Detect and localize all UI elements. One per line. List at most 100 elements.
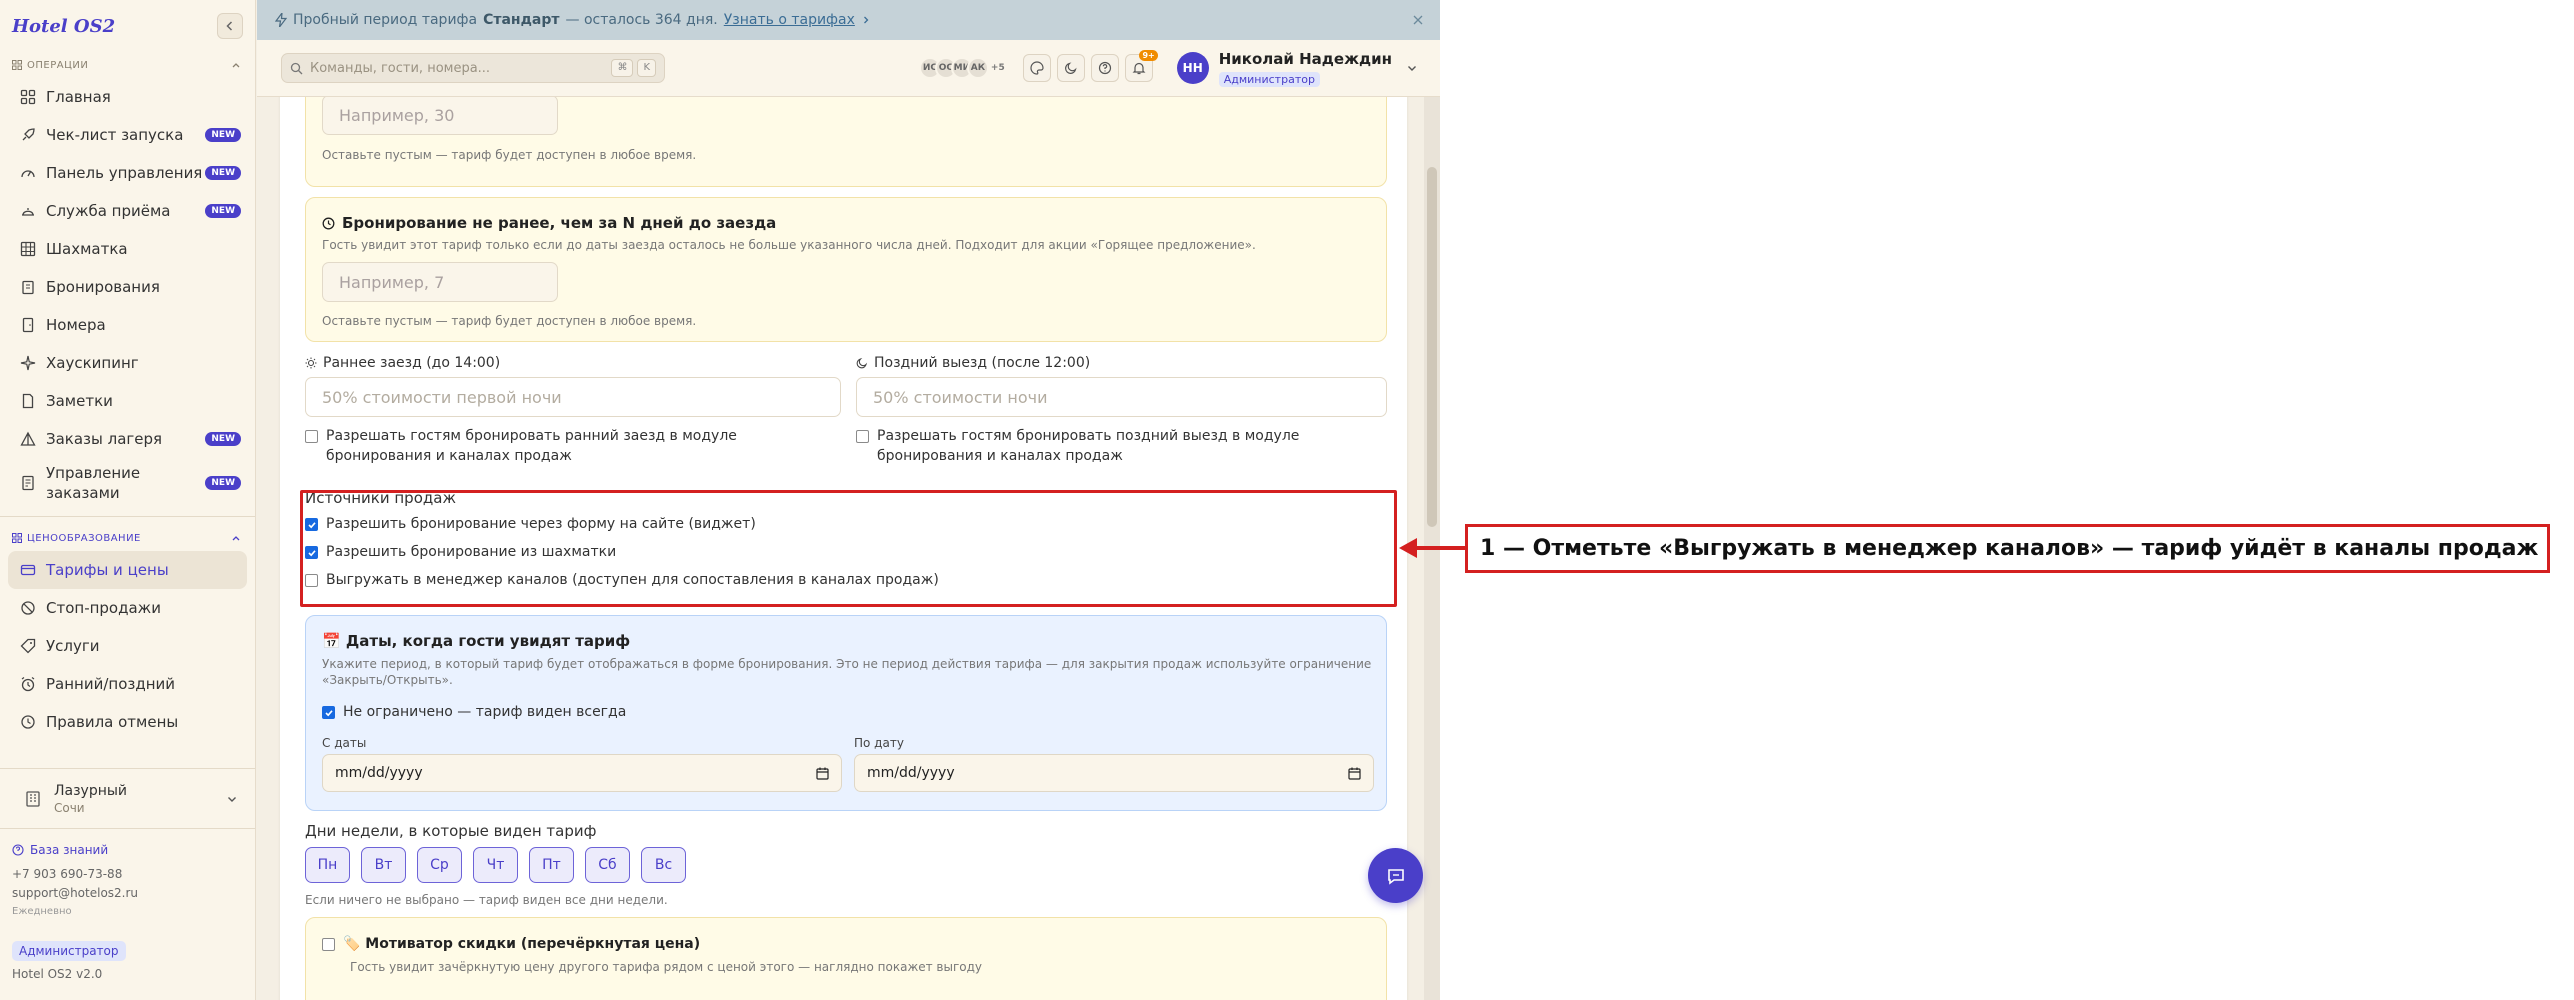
sidebar-item-order-management[interactable]: Управление заказами NEW (0, 458, 255, 508)
sidebar-item-label: Правила отмены (46, 713, 179, 731)
user-menu[interactable]: НН Николай Надеждин Администратор (1176, 50, 1418, 87)
min-advance-title-text: Бронирование не ранее, чем за N дней до … (342, 214, 777, 232)
late-checkout-input[interactable]: 50% стоимости ночи (856, 377, 1387, 417)
check-icon (324, 709, 333, 716)
discount-motivator-box: 🏷️ Мотиватор скидки (перечёркнутая цена)… (305, 917, 1387, 1000)
early-checkin-checkbox-label: Разрешать гостям бронировать ранний заез… (326, 428, 737, 464)
chevron-down-icon (1408, 66, 1416, 71)
weekday-wed[interactable]: Ср (417, 847, 462, 883)
sidebar-item-rates[interactable]: Тарифы и цены (8, 551, 247, 589)
sidebar-item-control-panel[interactable]: Панель управления NEW (0, 154, 255, 192)
sidebar: Hotel OS2 ОПЕРАЦИИ Главная Чек-лист запу… (0, 0, 256, 1000)
unlimited-visibility-option[interactable]: Не ограничено — тариф виден всегда (322, 702, 626, 722)
discount-motivator-checkbox[interactable] (322, 938, 335, 951)
weekday-buttons: Пн Вт Ср Чт Пт Сб Вс (305, 847, 705, 883)
unlimited-visibility-checkbox[interactable] (322, 706, 335, 719)
sidebar-item-label: Тарифы и цены (46, 561, 169, 579)
weekdays-title: Дни недели, в которые виден тариф (305, 822, 597, 840)
section-header-operations[interactable]: ОПЕРАЦИИ (0, 52, 255, 78)
discount-motivator-option[interactable]: 🏷️ Мотиватор скидки (перечёркнутая цена) (322, 934, 700, 954)
chevron-right-icon (863, 16, 869, 24)
online-users[interactable]: ИС ОС МИ АК +5 (918, 57, 1005, 79)
sidebar-item-label: Заметки (46, 392, 113, 410)
sidebar-item-launch-checklist[interactable]: Чек-лист запуска NEW (0, 116, 255, 154)
clock-icon (322, 217, 335, 229)
sparkles-icon (20, 355, 36, 371)
sidebar-item-chessboard[interactable]: Шахматка (0, 230, 255, 268)
visibility-dates-box: 📅 Даты, когда гости увидят тариф Укажите… (305, 615, 1387, 811)
calendar-icon (816, 767, 829, 780)
sidebar-collapse-button[interactable] (217, 13, 243, 39)
notification-count: 9+ (1139, 50, 1158, 61)
command-search[interactable]: Команды, гости, номера... ⌘ K (281, 53, 665, 83)
weekday-thu[interactable]: Чт (473, 847, 518, 883)
sidebar-item-label: Чек-лист запуска (46, 126, 184, 144)
sidebar-item-stop-sales[interactable]: Стоп-продажи (0, 589, 255, 627)
max-days-input[interactable]: Например, 30 (322, 97, 558, 135)
early-checkin-option[interactable]: Разрешать гостям бронировать ранний заез… (305, 426, 845, 466)
sidebar-item-home[interactable]: Главная (0, 78, 255, 116)
min-days-input[interactable]: Например, 7 (322, 262, 558, 302)
sidebar-item-housekeeping[interactable]: Хаускипинг (0, 344, 255, 382)
late-checkout-checkbox[interactable] (856, 430, 869, 443)
weekday-tue[interactable]: Вт (361, 847, 406, 883)
hotel-selector[interactable]: Лазурный Сочи (0, 768, 255, 828)
notifications-button[interactable]: 9+ (1124, 50, 1158, 82)
sidebar-item-label: Стоп-продажи (46, 599, 161, 617)
search-icon (290, 62, 303, 74)
early-checkin-checkbox[interactable] (305, 430, 318, 443)
weekday-fri[interactable]: Пт (529, 847, 574, 883)
annotation-arrow (1399, 538, 1465, 558)
sidebar-header: Hotel OS2 (0, 0, 255, 52)
plans-link[interactable]: Узнать о тарифах (724, 12, 855, 28)
section-header-pricing[interactable]: ЦЕНООБРАЗОВАНИЕ (0, 525, 255, 551)
rocket-icon (22, 128, 35, 141)
sidebar-item-notes[interactable]: Заметки (0, 382, 255, 420)
chat-button[interactable] (1368, 848, 1423, 903)
palette-icon (1030, 61, 1044, 75)
weekday-sun[interactable]: Вс (641, 847, 686, 883)
close-icon[interactable] (1412, 14, 1424, 26)
scrollbar-thumb[interactable] (1427, 167, 1437, 527)
help-button[interactable] (1090, 54, 1119, 82)
sidebar-item-camp-orders[interactable]: Заказы лагеря NEW (0, 420, 255, 458)
annotation-callout: 1 — Отметьте «Выгружать в менеджер канал… (1465, 524, 2550, 573)
receipt-icon (22, 475, 34, 491)
date-to-input[interactable]: mm/dd/yyyy (854, 754, 1374, 792)
lightning-icon (275, 13, 287, 27)
more-users-count: +5 (990, 63, 1005, 73)
sidebar-item-label: Главная (46, 88, 111, 106)
hotel-city: Сочи (54, 800, 85, 815)
visibility-dates-title: 📅 Даты, когда гости увидят тариф (322, 632, 631, 650)
sidebar-item-early-late[interactable]: Ранний/поздний (0, 665, 255, 703)
grid-icon (12, 533, 22, 543)
shortcut-key-k: K (637, 59, 656, 77)
bell-service-icon (22, 208, 34, 216)
sidebar-item-front-desk[interactable]: Служба приёма NEW (0, 192, 255, 230)
dark-mode-button[interactable] (1056, 54, 1085, 82)
early-checkin-input[interactable]: 50% стоимости первой ночи (305, 377, 841, 417)
sidebar-item-services[interactable]: Услуги (0, 627, 255, 665)
support-hours: Ежедневно (12, 906, 72, 917)
chat-icon (1387, 868, 1404, 885)
user-info: Николай Надеждин Администратор (1218, 50, 1392, 87)
sidebar-item-rooms[interactable]: Номера (0, 306, 255, 344)
late-checkout-option[interactable]: Разрешать гостям бронировать поздний вые… (856, 426, 1387, 466)
max-days-hint: Оставьте пустым — тариф будет доступен в… (322, 148, 697, 162)
clock-icon (21, 715, 35, 729)
min-advance-desc: Гость увидит этот тариф только если до д… (322, 238, 1256, 252)
clipboard-icon (22, 280, 34, 295)
weekday-mon[interactable]: Пн (305, 847, 350, 883)
date-from-input[interactable]: mm/dd/yyyy (322, 754, 842, 792)
support-phone[interactable]: +7 903 690-73-88 (12, 865, 244, 884)
help-circle-icon (1098, 61, 1111, 75)
support-email[interactable]: support@hotelos2.ru (12, 884, 244, 903)
trial-suffix: — осталось 364 дня. (565, 12, 718, 28)
knowledge-base-link[interactable]: База знаний (12, 843, 244, 857)
file-icon (22, 393, 34, 409)
bell-icon (1132, 62, 1146, 75)
sidebar-item-cancellation-rules[interactable]: Правила отмены (0, 703, 255, 741)
sidebar-item-bookings[interactable]: Бронирования (0, 268, 255, 306)
theme-palette-button[interactable] (1022, 54, 1051, 82)
weekday-sat[interactable]: Сб (585, 847, 630, 883)
